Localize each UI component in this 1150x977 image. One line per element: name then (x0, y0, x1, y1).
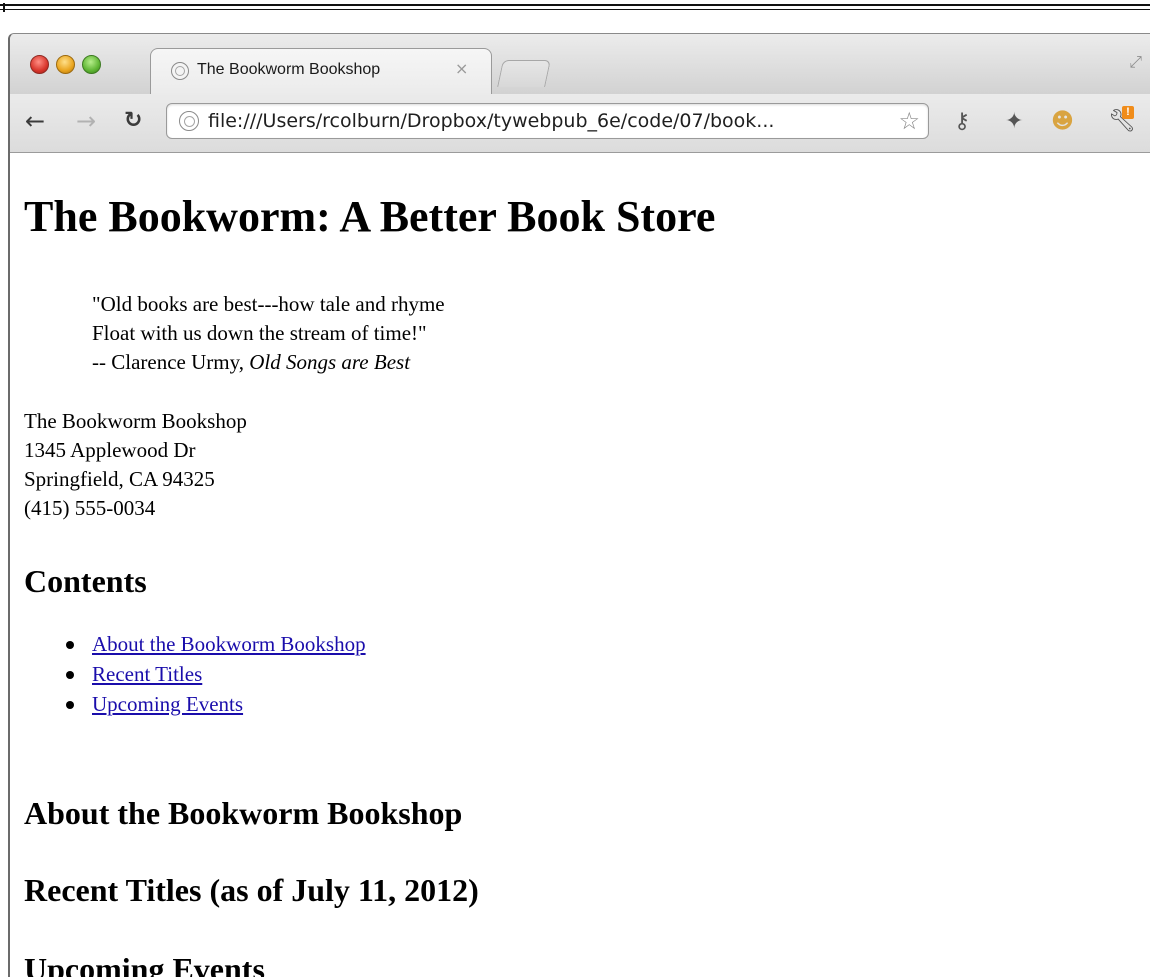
page-frame-top-rule-thin (0, 9, 1150, 10)
attribution-author: -- Clarence Urmy, (92, 350, 250, 374)
bookmark-star-icon[interactable]: ☆ (898, 107, 920, 135)
page-content: The Bookworm: A Better Book Store "Old b… (24, 154, 1150, 977)
quote-attribution: -- Clarence Urmy, Old Songs are Best (92, 348, 445, 377)
list-item: About the Bookworm Bookshop (66, 629, 366, 659)
recent-titles-heading: Recent Titles (as of July 11, 2012) (24, 872, 479, 908)
fullscreen-icon[interactable]: ⤢ (1129, 52, 1142, 72)
upcoming-events-heading: Upcoming Events (24, 951, 265, 977)
about-heading: About the Bookworm Bookshop (24, 795, 463, 831)
attribution-work-title: Old Songs are Best (249, 350, 411, 374)
quote-line: Float with us down the stream of time!" (92, 321, 427, 345)
address-bar-url[interactable]: file:///Users/rcolburn/Dropbox/tywebpub_… (208, 110, 898, 132)
epigraph-quote: "Old books are best---how tale and rhyme… (92, 290, 445, 377)
minimize-window-button[interactable] (56, 55, 75, 74)
extension-icon[interactable]: ☻ (1051, 109, 1074, 135)
store-city: Springfield, CA 94325 (24, 467, 215, 491)
contents-list: About the Bookworm Bookshop Recent Title… (24, 629, 366, 719)
tab-bookworm-bookshop[interactable]: The Bookworm Bookshop × (150, 48, 492, 95)
zoom-window-button[interactable] (82, 55, 101, 74)
new-tab-button[interactable] (497, 60, 551, 87)
browser-toolbar: ← → ↻ file:///Users/rcolburn/Dropbox/tyw… (10, 94, 1150, 153)
globe-icon (171, 62, 189, 80)
store-address: The Bookworm Bookshop 1345 Applewood Dr … (24, 407, 247, 523)
tab-strip: The Bookworm Bookshop × ⤢ (10, 34, 1150, 95)
toc-link-recent-titles[interactable]: Recent Titles (92, 662, 202, 686)
reload-icon[interactable]: ↻ (124, 107, 142, 135)
close-window-button[interactable] (30, 55, 49, 74)
page-frame-tick (3, 3, 5, 12)
store-name: The Bookworm Bookshop (24, 409, 247, 433)
store-phone: (415) 555-0034 (24, 496, 156, 520)
tab-title: The Bookworm Bookshop (197, 61, 381, 78)
toc-link-upcoming-events[interactable]: Upcoming Events (92, 692, 243, 716)
toc-link-about[interactable]: About the Bookworm Bookshop (92, 632, 366, 656)
pin-icon[interactable]: ✦ (1005, 109, 1023, 135)
address-bar[interactable]: file:///Users/rcolburn/Dropbox/tywebpub_… (166, 103, 929, 139)
list-item: Recent Titles (66, 659, 366, 689)
back-icon[interactable]: ← (25, 107, 45, 135)
browser-window: The Bookworm Bookshop × ⤢ ← → ↻ file:///… (8, 33, 1150, 977)
key-icon[interactable]: ⚷ (954, 109, 970, 135)
globe-icon (179, 111, 199, 131)
close-tab-icon[interactable]: × (455, 59, 468, 78)
forward-icon[interactable]: → (76, 107, 96, 135)
list-item: Upcoming Events (66, 689, 366, 719)
page-frame-top-rule (0, 4, 1150, 6)
contents-heading: Contents (24, 563, 147, 599)
update-badge-icon: ! (1122, 106, 1134, 119)
store-street: 1345 Applewood Dr (24, 438, 196, 462)
page-title: The Bookworm: A Better Book Store (24, 192, 716, 241)
quote-line: "Old books are best---how tale and rhyme (92, 292, 445, 316)
